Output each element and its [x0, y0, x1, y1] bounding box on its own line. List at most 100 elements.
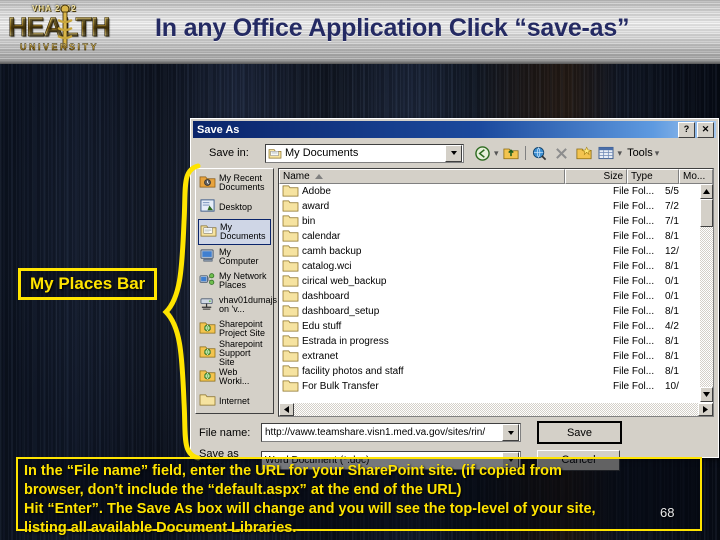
places-bar-item-my-computer[interactable]: My Computer [198, 245, 271, 269]
my-places-bar-callout: My Places Bar [18, 268, 158, 300]
dialog-body: My Recent Documents Desktop My Documents My… [191, 165, 718, 417]
ehealth-university-logo: VHA 2002 HEALTH UNIVERSITY [4, 2, 144, 60]
places-bar-item-my-network-places[interactable]: My Network Places [198, 269, 271, 293]
file-row-modified: 8/1 [665, 351, 679, 362]
toolbar-dropdown-dot[interactable]: ▾ [494, 148, 499, 159]
file-row-name-label: calendar [302, 231, 341, 242]
file-name-value: http://vaww.teamshare.visn1.med.va.gov/s… [265, 427, 486, 438]
scroll-down-icon[interactable] [700, 387, 713, 402]
file-row-modified: 0/1 [665, 276, 679, 287]
file-list-horizontal-scrollbar[interactable] [279, 402, 713, 416]
places-bar-item-web-worki[interactable]: Web Worki... [198, 365, 271, 389]
file-row-name-label: For Bulk Transfer [302, 381, 379, 392]
places-bar-item-sharepoint-support-site[interactable]: Sharepoint Support Site [198, 338, 271, 367]
scroll-up-icon[interactable] [700, 184, 713, 199]
places-bar-item-my-recent-documents[interactable]: My Recent Documents [198, 171, 271, 195]
file-list-column-headers: Name Size Type Mo... [279, 169, 713, 184]
column-header-size[interactable]: Size [565, 169, 627, 184]
file-list-row[interactable]: For Bulk Transfer File Fol... 10/ [279, 379, 699, 394]
file-row-modified: 12/ [665, 246, 679, 257]
places-bar-item-sharepoint-project-site[interactable]: Sharepoint Project Site [198, 317, 271, 341]
save-in-row: Save in: My Documents ▾ ▾ Tools ▾ [191, 138, 718, 165]
column-header-name[interactable]: Name [279, 169, 565, 184]
scroll-left-icon[interactable] [279, 403, 294, 416]
tools-menu[interactable]: Tools [627, 147, 653, 159]
places-bar-item-internet[interactable]: Internet [198, 389, 271, 413]
file-name-input[interactable]: http://vaww.teamshare.visn1.med.va.gov/s… [261, 423, 521, 442]
column-header-type[interactable]: Type [627, 169, 679, 184]
file-row-modified: 0/1 [665, 291, 679, 302]
save-in-dropdown[interactable]: My Documents [265, 143, 464, 163]
scrollbar-thumb[interactable] [700, 199, 713, 227]
file-row-type: File Fol... [613, 336, 655, 347]
file-row-type: File Fol... [613, 366, 655, 377]
my-documents-icon [268, 149, 282, 159]
file-row-name-label: camh backup [302, 246, 362, 257]
help-button[interactable]: ? [678, 121, 695, 138]
places-bar-item-label: Sharepoint Support Site [219, 338, 263, 367]
file-row-type: File Fol... [613, 351, 655, 362]
places-bar-item-desktop[interactable]: Desktop [198, 195, 271, 219]
file-list-vertical-scrollbar[interactable] [699, 184, 713, 402]
logo-subtitle-text: UNIVERSITY [20, 42, 100, 52]
sort-ascending-icon [314, 174, 323, 179]
file-row-modified: 7/2 [665, 201, 679, 212]
file-name-label: File name: [199, 426, 251, 439]
my-places-bar: My Recent Documents Desktop My Documents My… [195, 168, 278, 414]
new-folder-icon[interactable] [574, 144, 594, 163]
file-row-modified: 5/5 [665, 186, 679, 197]
tools-chevron-down-icon[interactable]: ▾ [655, 148, 660, 159]
caption-line-4: listing all available Document Libraries… [24, 520, 297, 536]
scroll-right-icon[interactable] [698, 403, 713, 416]
scrollbar-track[interactable] [700, 227, 713, 387]
caption-box: In the “File name” field, enter the URL … [16, 457, 702, 536]
file-row-type: File Fol... [613, 321, 655, 332]
file-name-row: File name: http://vaww.teamshare.visn1.m… [199, 421, 712, 444]
places-bar-item-label: Web Worki... [219, 367, 250, 386]
file-row-type: File Fol... [613, 291, 655, 302]
places-bar-item-label: My Documents [220, 222, 266, 241]
file-row-type: File Fol... [613, 381, 655, 392]
save-in-value: My Documents [285, 147, 359, 159]
column-header-name-label: Name [283, 171, 310, 182]
file-row-name-label: award [302, 201, 330, 212]
caption-line-1: In the “File name” field, enter the URL … [24, 463, 562, 479]
search-web-icon[interactable] [530, 144, 550, 163]
file-row-name-label: Estrada in progress [302, 336, 389, 347]
file-row-name-label: Adobe [302, 186, 331, 197]
file-row-modified: 7/1 [665, 216, 679, 227]
places-bar-item-my-documents[interactable]: My Documents [198, 219, 271, 245]
close-button[interactable]: ✕ [697, 121, 714, 138]
delete-icon[interactable] [552, 144, 572, 163]
places-bar-item-label: My Computer [219, 247, 259, 266]
save-in-chevron-down-icon[interactable] [445, 144, 462, 162]
page-title: In any Office Application Click “save-as… [155, 14, 630, 42]
places-bar-item-label: My Recent Documents [219, 173, 265, 192]
places-bar-item-label: My Network Places [219, 271, 267, 290]
places-bar-item-label: Desktop [219, 201, 253, 212]
file-row-type: File Fol... [613, 186, 655, 197]
views-dropdown-dot[interactable]: ▾ [618, 148, 623, 159]
dialog-title-bar: Save As ? ✕ [193, 121, 716, 138]
column-header-modified[interactable]: Mo... [679, 169, 713, 184]
file-list: Name Size Type Mo... Adobe File Fol... 5/5… [278, 168, 714, 417]
up-one-level-icon[interactable] [501, 144, 521, 163]
file-row-modified: 8/1 [665, 306, 679, 317]
file-row-type: File Fol... [613, 201, 655, 212]
dialog-title: Save As [197, 123, 240, 136]
file-row-type: File Fol... [613, 216, 655, 227]
file-list-rows: Adobe File Fol... 5/5 award File Fol... 7/2 bi… [279, 184, 699, 402]
file-name-chevron-down-icon[interactable] [502, 424, 519, 441]
places-bar-item-vhav01dumajs-on-v[interactable]: vhav01dumajs on 'v... [198, 293, 278, 317]
places-bar-item-label: Sharepoint Project Site [219, 319, 266, 338]
file-row-modified: 8/1 [665, 336, 679, 347]
save-button[interactable]: Save [537, 421, 622, 444]
file-row-name-label: catalog.wci [302, 261, 352, 272]
file-row-modified: 10/ [665, 381, 679, 392]
page-number: 68 [660, 505, 675, 520]
places-bar-item-label: vhav01dumajs on 'v... [219, 295, 278, 314]
hscrollbar-track[interactable] [294, 403, 698, 416]
back-icon[interactable] [472, 144, 492, 163]
file-row-modified: 8/1 [665, 366, 679, 377]
views-icon[interactable] [596, 144, 616, 163]
